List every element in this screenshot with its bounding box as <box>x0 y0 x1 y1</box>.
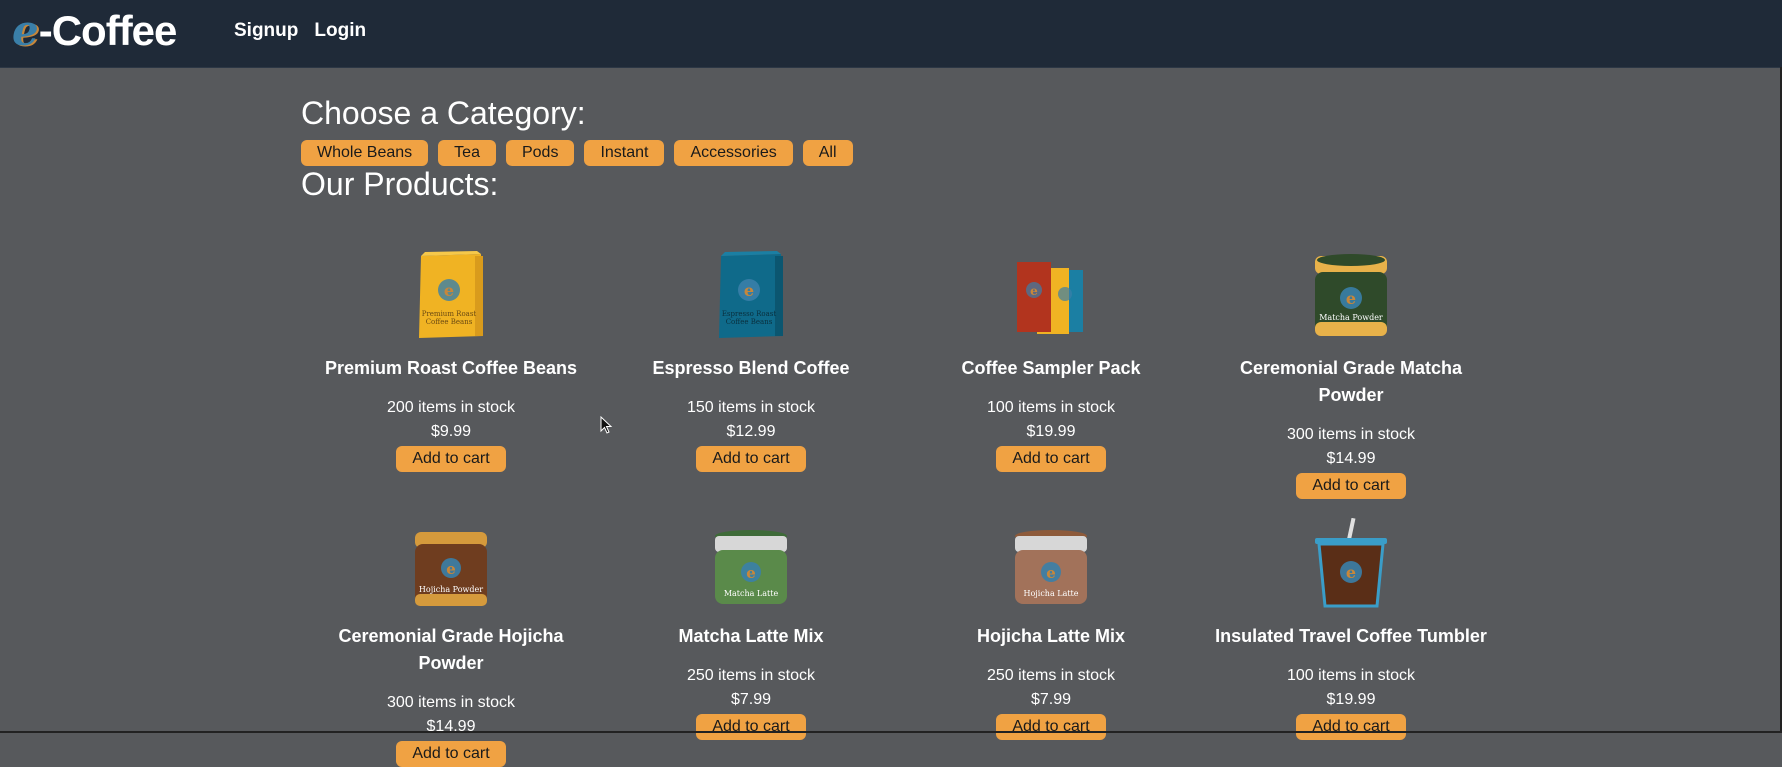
svg-text:Hojicha Latte: Hojicha Latte <box>1023 589 1078 598</box>
product-stock: 150 items in stock <box>686 399 816 416</box>
svg-text:Coffee Beans: Coffee Beans <box>726 318 773 326</box>
matcha-jar-icon[interactable]: e Matcha Powder <box>1201 250 1501 340</box>
svg-text:Matcha Latte: Matcha Latte <box>724 589 779 598</box>
svg-text:e: e <box>446 560 456 578</box>
hojicha-jar-icon[interactable]: e Hojicha Powder <box>301 518 601 608</box>
matcha-latte-jar-icon[interactable]: e Matcha Latte <box>601 518 901 608</box>
category-heading: Choose a Category: <box>301 95 586 131</box>
product-card: e Espresso Roast Coffee Beans Espresso B… <box>601 250 901 472</box>
category-whole-beans-button[interactable]: Whole Beans <box>301 140 429 166</box>
logo[interactable]: e -Coffee <box>12 6 178 56</box>
product-card: e Matcha Powder Ceremonial Grade Matcha … <box>1201 250 1501 499</box>
add-to-cart-button[interactable]: Add to cart <box>1296 473 1406 499</box>
sampler-bags-icon[interactable]: e <box>901 250 1201 340</box>
top-navbar: e -Coffee Signup Login <box>0 0 1782 68</box>
add-to-cart-button[interactable]: Add to cart <box>996 446 1106 472</box>
category-accessories-button[interactable]: Accessories <box>674 140 793 166</box>
svg-text:e: e <box>1030 284 1038 298</box>
product-stock: 100 items in stock <box>986 399 1116 416</box>
product-price: $12.99 <box>726 423 776 440</box>
login-link[interactable]: Login <box>314 20 366 42</box>
svg-text:e: e <box>1046 564 1056 582</box>
product-name: Hojicha Latte Mix <box>976 626 1126 646</box>
blue-coffee-bag-icon[interactable]: e Espresso Roast Coffee Beans <box>601 250 901 340</box>
tumbler-icon[interactable]: e <box>1201 518 1501 608</box>
product-name: Coffee Sampler Pack <box>961 358 1141 378</box>
product-stock: 250 items in stock <box>686 667 816 684</box>
product-card: e Insulated Travel Coffee Tumbler 100 it… <box>1201 518 1501 740</box>
product-price: $14.99 <box>1326 450 1376 467</box>
svg-text:Premium Roast: Premium Roast <box>422 310 477 318</box>
category-tea-button[interactable]: Tea <box>438 140 496 166</box>
category-all-button[interactable]: All <box>802 140 853 166</box>
product-card: e Hojicha Powder Ceremonial Grade Hojich… <box>301 518 601 767</box>
category-list: Whole Beans Tea Pods Instant Accessories… <box>301 140 1501 166</box>
svg-text:Hojicha Powder: Hojicha Powder <box>419 585 483 594</box>
svg-text:e: e <box>746 564 756 582</box>
logo-text: -Coffee <box>38 7 178 54</box>
product-stock: 300 items in stock <box>386 694 516 711</box>
product-price: $14.99 <box>426 718 476 735</box>
product-price: $19.99 <box>1326 691 1376 708</box>
product-name: Matcha Latte Mix <box>678 626 824 646</box>
add-to-cart-button[interactable]: Add to cart <box>396 741 506 767</box>
category-instant-button[interactable]: Instant <box>584 140 665 166</box>
add-to-cart-button[interactable]: Add to cart <box>396 446 506 472</box>
product-stock: 200 items in stock <box>386 399 516 416</box>
product-price: $7.99 <box>1030 691 1072 708</box>
product-card: e Matcha Latte Matcha Latte Mix 250 item… <box>601 518 901 740</box>
add-to-cart-button[interactable]: Add to cart <box>696 714 806 740</box>
svg-text:Coffee Beans: Coffee Beans <box>426 318 473 326</box>
product-name: Premium Roast Coffee Beans <box>324 358 578 378</box>
product-stock: 250 items in stock <box>986 667 1116 684</box>
add-to-cart-button[interactable]: Add to cart <box>696 446 806 472</box>
product-price: $7.99 <box>730 691 772 708</box>
product-price: $9.99 <box>430 423 472 440</box>
product-price: $19.99 <box>1026 423 1076 440</box>
svg-text:e: e <box>1346 563 1356 582</box>
product-name: Ceremonial Grade Matcha Powder <box>1239 358 1463 405</box>
product-card: e Premium Roast Coffee Beans Premium Roa… <box>301 250 601 472</box>
product-stock: 300 items in stock <box>1286 426 1416 443</box>
svg-text:e: e <box>1346 289 1356 308</box>
product-name: Espresso Blend Coffee <box>652 358 850 378</box>
product-card: e Coffee Sampler Pack 100 items in stock… <box>901 250 1201 472</box>
svg-text:e: e <box>444 281 454 300</box>
add-to-cart-button[interactable]: Add to cart <box>1296 714 1406 740</box>
logo-mark: e <box>12 6 39 55</box>
main-content: Choose a Category: Whole Beans Tea Pods … <box>301 95 1501 203</box>
category-pods-button[interactable]: Pods <box>505 140 575 166</box>
svg-text:e: e <box>744 281 754 300</box>
add-to-cart-button[interactable]: Add to cart <box>996 714 1106 740</box>
products-heading: Our Products: <box>301 166 499 202</box>
product-stock: 100 items in stock <box>1286 667 1416 684</box>
product-name: Ceremonial Grade Hojicha Powder <box>338 626 564 673</box>
svg-text:Espresso Roast: Espresso Roast <box>722 310 777 318</box>
nav-links: Signup Login <box>234 20 366 42</box>
hojicha-latte-jar-icon[interactable]: e Hojicha Latte <box>901 518 1201 608</box>
svg-text:Matcha Powder: Matcha Powder <box>1319 313 1383 322</box>
product-name: Insulated Travel Coffee Tumbler <box>1215 626 1487 646</box>
mouse-cursor-icon <box>600 416 613 434</box>
signup-link[interactable]: Signup <box>234 20 298 42</box>
yellow-coffee-bag-icon[interactable]: e Premium Roast Coffee Beans <box>301 250 601 340</box>
product-card: e Hojicha Latte Hojicha Latte Mix 250 it… <box>901 518 1201 740</box>
